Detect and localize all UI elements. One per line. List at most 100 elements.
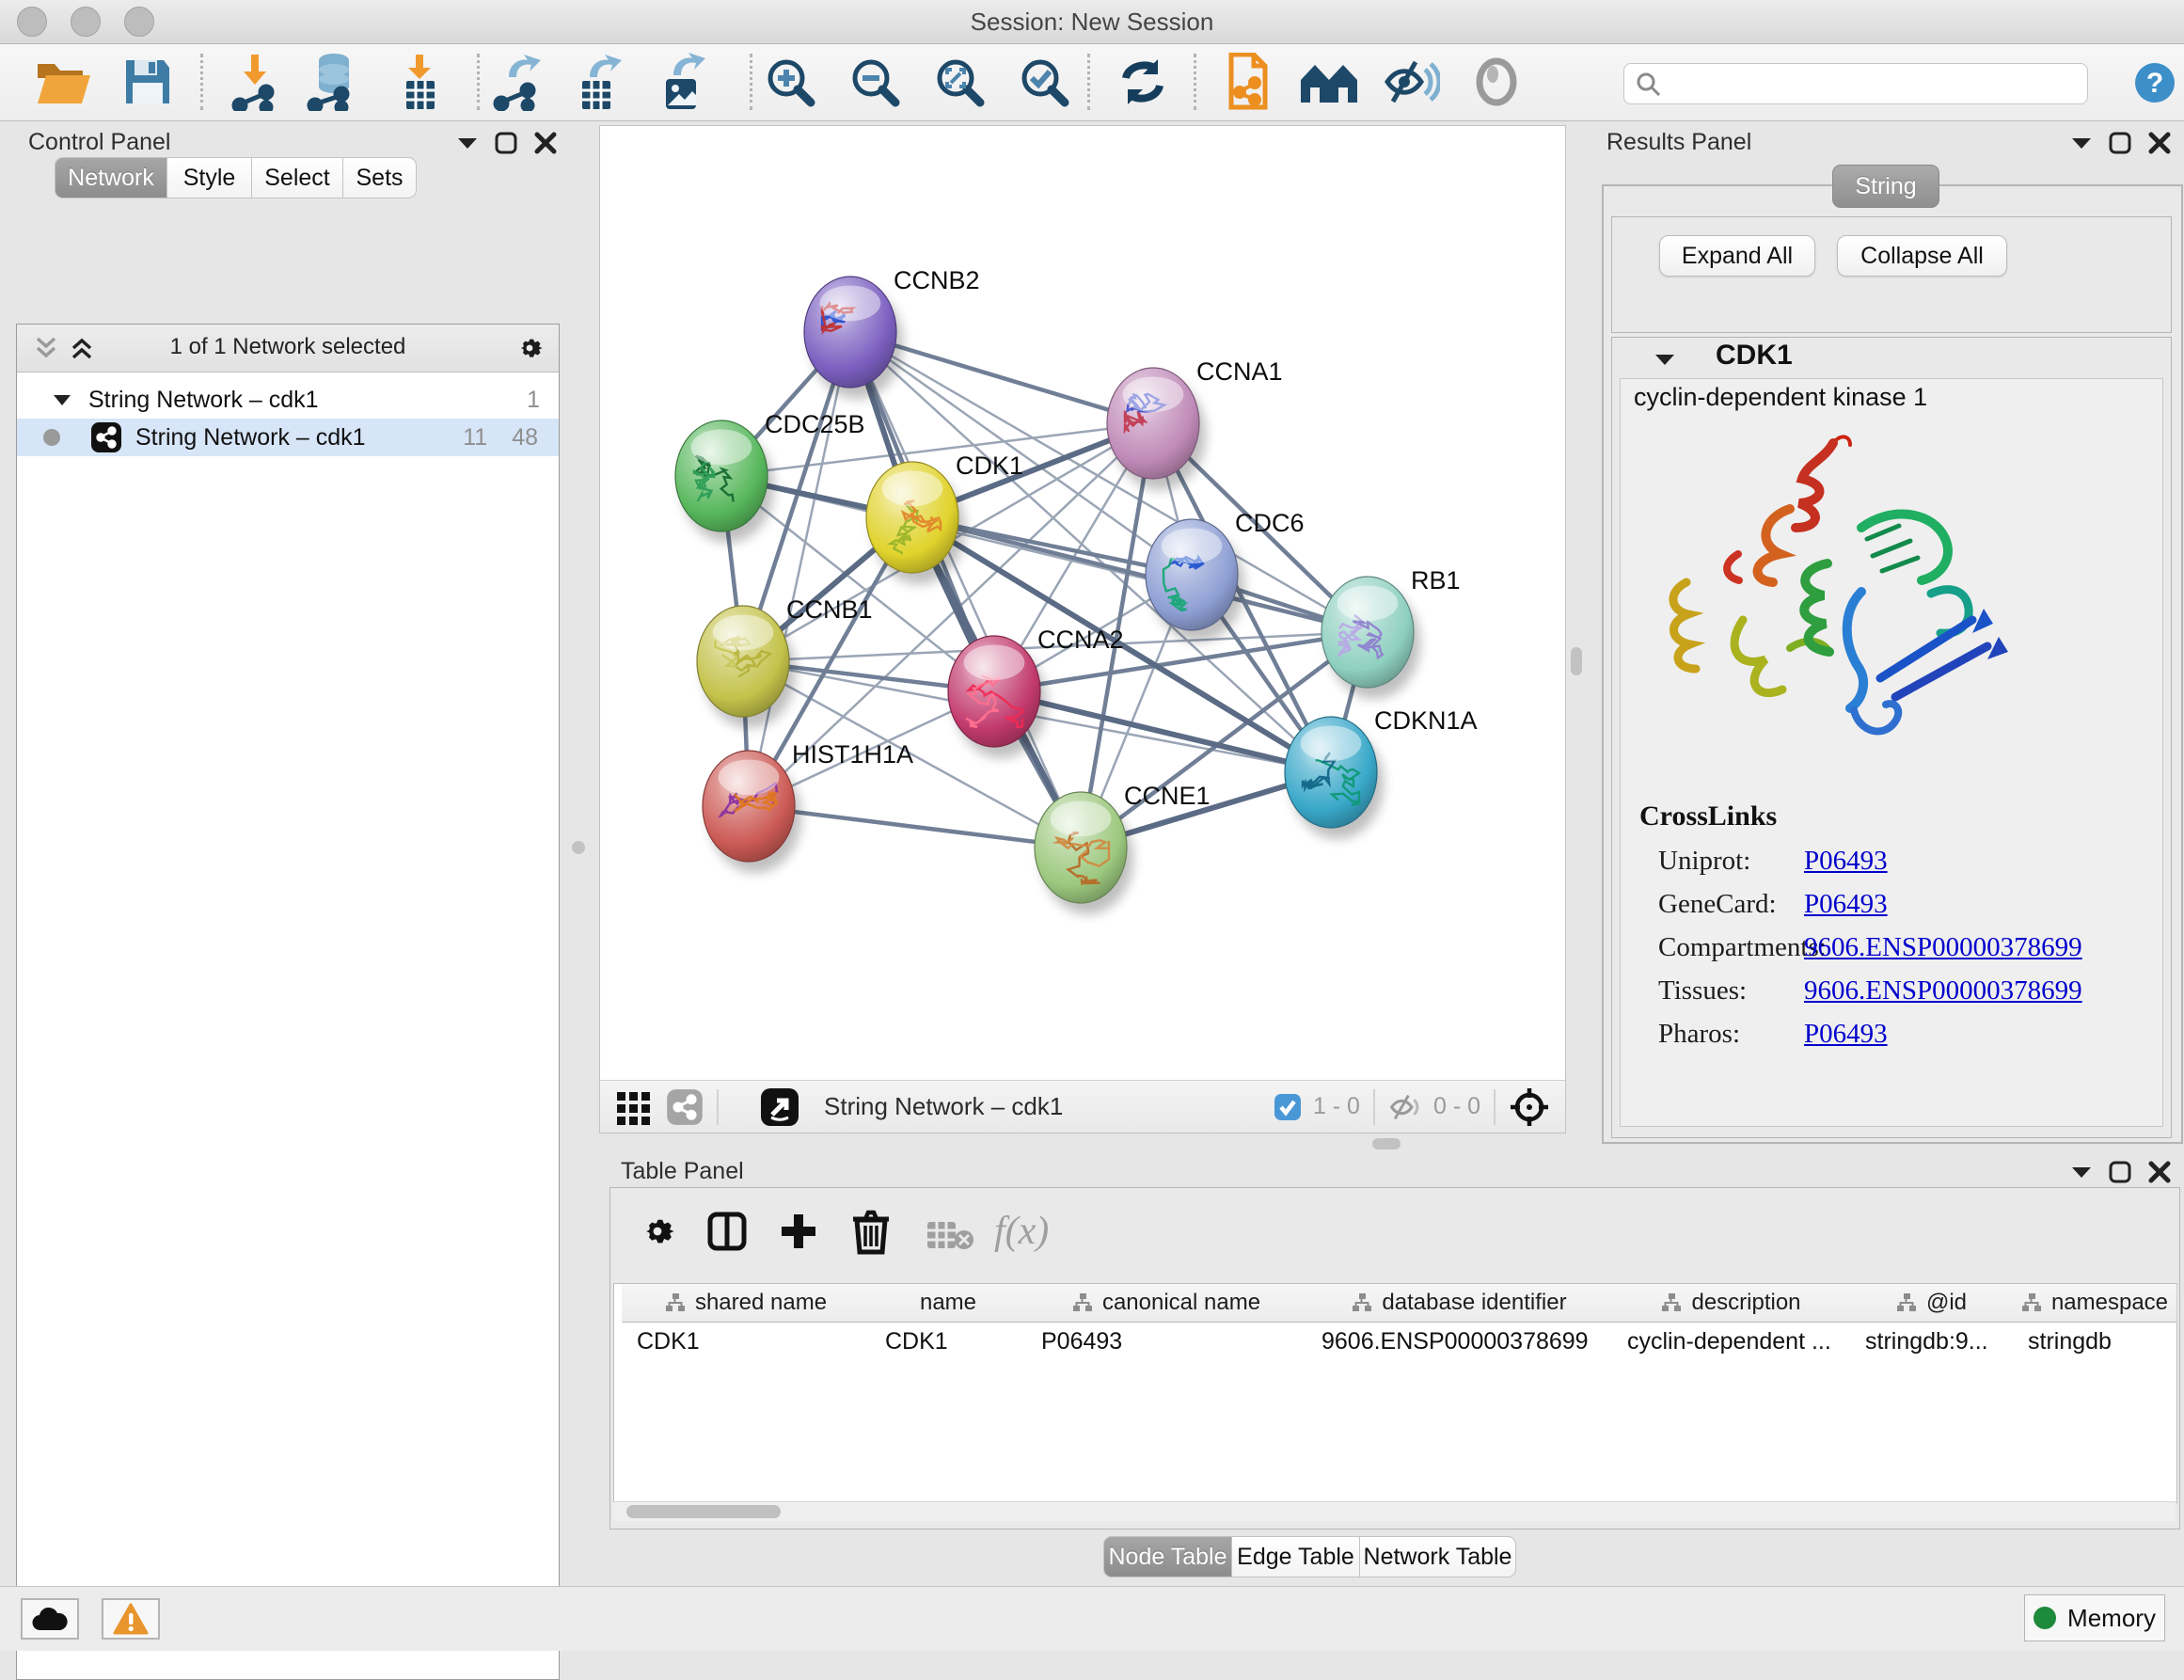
tab-sets[interactable]: Sets xyxy=(342,157,417,198)
cell-name[interactable]: CDK1 xyxy=(870,1323,1026,1360)
collapse-all-icon[interactable] xyxy=(34,336,58,360)
add-column-icon[interactable] xyxy=(776,1209,821,1254)
cell-shared-name[interactable]: CDK1 xyxy=(622,1323,870,1360)
left-splitter-handle[interactable] xyxy=(572,841,585,854)
crosslink-value-uniprot[interactable]: P06493 xyxy=(1804,846,1888,877)
cloud-status-button[interactable] xyxy=(21,1598,79,1640)
scrollbar-thumb[interactable] xyxy=(626,1505,781,1518)
crosslink-value-genecard[interactable]: P06493 xyxy=(1804,889,1888,920)
network-canvas[interactable]: CCNB2CCNA1CDC25BCDK1CDC6RB1CCNB1CCNA2CDK… xyxy=(599,125,1566,1082)
search-input[interactable] xyxy=(1662,66,2087,102)
float-panel-icon[interactable] xyxy=(495,132,517,154)
panel-menu-icon[interactable] xyxy=(2071,1165,2092,1179)
crosslink-row: Tissues:9606.ENSP00000378699 xyxy=(1658,975,2147,1006)
expand-all-icon[interactable] xyxy=(70,336,94,360)
edge-CCNB2-CCNE1[interactable] xyxy=(850,332,1081,848)
selected-checkbox-icon[interactable] xyxy=(1274,1093,1302,1121)
glass-eye-button[interactable] xyxy=(1461,48,1532,116)
tab-string[interactable]: String xyxy=(1832,165,1939,208)
column-header-database-identifier[interactable]: database identifier xyxy=(1306,1284,1613,1323)
cell-description[interactable]: cyclin-dependent ... xyxy=(1612,1323,1850,1360)
float-panel-icon[interactable] xyxy=(2109,132,2131,154)
table-horizontal-scrollbar[interactable] xyxy=(613,1501,2176,1521)
tab-node-table[interactable]: Node Table xyxy=(1103,1536,1232,1577)
node-CCNE1[interactable]: CCNE1 xyxy=(1035,782,1211,914)
birdseye-grid-icon[interactable] xyxy=(615,1088,653,1126)
tab-network[interactable]: Network xyxy=(55,157,167,198)
network-options-gear-icon[interactable] xyxy=(514,332,546,364)
tab-network-table[interactable]: Network Table xyxy=(1359,1536,1516,1577)
zoom-out-button[interactable] xyxy=(839,48,910,116)
expand-all-button[interactable]: Expand All xyxy=(1659,235,1815,277)
network-row[interactable]: String Network – cdk1 11 48 xyxy=(17,419,559,456)
export-network-button[interactable] xyxy=(481,48,552,116)
node-CDKN1A[interactable]: CDKN1A xyxy=(1285,706,1478,839)
node-CDC6[interactable]: CDC6 xyxy=(1146,509,1305,642)
crosslink-value-compartments[interactable]: 9606.ENSP00000378699 xyxy=(1804,932,2082,963)
gene-expander-icon[interactable] xyxy=(1654,353,1675,366)
float-panel-icon[interactable] xyxy=(2109,1161,2131,1183)
cell-id[interactable]: stringdb:9... xyxy=(1850,1323,2013,1360)
panel-menu-icon[interactable] xyxy=(457,136,478,150)
column-header-namespace[interactable]: namespace xyxy=(2013,1284,2177,1323)
tab-edge-table[interactable]: Edge Table xyxy=(1231,1536,1360,1577)
import-network-from-database-button[interactable] xyxy=(297,48,369,116)
hide-glass-eye-button[interactable] xyxy=(1376,48,1448,116)
column-header-shared-name[interactable]: shared name xyxy=(622,1284,871,1323)
bottom-splitter-handle[interactable] xyxy=(1372,1138,1401,1149)
open-in-window-icon[interactable] xyxy=(760,1087,799,1127)
zoom-selected-button[interactable] xyxy=(1008,48,1080,116)
close-panel-icon[interactable] xyxy=(2148,132,2171,154)
cell-canonical-name[interactable]: P06493 xyxy=(1026,1323,1306,1360)
zoom-in-button[interactable] xyxy=(754,48,826,116)
warnings-button[interactable] xyxy=(102,1598,160,1640)
export-image-button[interactable] xyxy=(645,48,717,116)
center-view-crosshair-icon[interactable] xyxy=(1509,1086,1550,1128)
node-CDK1[interactable]: CDK1 xyxy=(866,452,1023,584)
column-header-name[interactable]: name xyxy=(870,1284,1027,1323)
network-collection-row[interactable]: String Network – cdk1 1 xyxy=(17,381,559,419)
panel-menu-icon[interactable] xyxy=(2071,136,2092,150)
node-CCNB2[interactable]: CCNB2 xyxy=(804,266,980,399)
import-string-file-button[interactable] xyxy=(1212,48,1284,116)
show-column-icon[interactable] xyxy=(704,1209,750,1254)
save-session-button[interactable] xyxy=(112,48,183,116)
zoom-fit-button[interactable] xyxy=(924,48,995,116)
column-header-canonical-name[interactable]: canonical name xyxy=(1026,1284,1307,1323)
crosslink-value-pharos[interactable]: P06493 xyxy=(1804,1019,1888,1050)
help-icon: ? xyxy=(2133,61,2176,104)
open-session-button[interactable] xyxy=(28,48,100,116)
node-HIST1H1A[interactable]: HIST1H1A xyxy=(703,740,913,873)
gene-name-header[interactable]: CDK1 xyxy=(1716,340,1793,372)
network-share-icon[interactable] xyxy=(666,1088,704,1126)
export-table-button[interactable] xyxy=(562,48,633,116)
collection-count: 1 xyxy=(527,387,540,414)
import-table-button[interactable] xyxy=(384,48,455,116)
edge-CCNB2-HIST1H1A[interactable] xyxy=(749,332,850,806)
import-network-file-button[interactable] xyxy=(219,48,291,116)
collapse-all-button[interactable]: Collapse All xyxy=(1837,235,2007,277)
string-home-button[interactable] xyxy=(1293,48,1365,116)
help-button[interactable]: ? xyxy=(2133,61,2176,109)
close-panel-icon[interactable] xyxy=(2148,1161,2171,1183)
cell-namespace[interactable]: stringdb xyxy=(2013,1323,2176,1360)
node-RB1[interactable]: RB1 xyxy=(1321,566,1461,699)
tab-select[interactable]: Select xyxy=(251,157,343,198)
node-CCNB1[interactable]: CCNB1 xyxy=(697,595,873,728)
table-options-gear-icon[interactable] xyxy=(637,1211,678,1252)
tab-style[interactable]: Style xyxy=(166,157,252,198)
cell-database-identifier[interactable]: 9606.ENSP00000378699 xyxy=(1306,1323,1612,1360)
export-image-icon xyxy=(655,53,707,111)
column-header-description[interactable]: description xyxy=(1612,1284,1851,1323)
export-network-icon xyxy=(490,53,543,111)
column-header-id[interactable]: @id xyxy=(1850,1284,2014,1323)
memory-button[interactable]: Memory xyxy=(2024,1594,2165,1641)
delete-row-trash-icon[interactable] xyxy=(847,1207,894,1256)
crosslink-value-tissues[interactable]: 9606.ENSP00000378699 xyxy=(1804,975,2082,1006)
node-CCNA1[interactable]: CCNA1 xyxy=(1107,357,1283,490)
close-panel-icon[interactable] xyxy=(534,132,557,154)
right-splitter-handle[interactable] xyxy=(1571,647,1582,675)
node-CDC25B[interactable]: CDC25B xyxy=(675,410,865,543)
refresh-button[interactable] xyxy=(1107,48,1179,116)
tree-expander-icon[interactable] xyxy=(53,393,71,406)
